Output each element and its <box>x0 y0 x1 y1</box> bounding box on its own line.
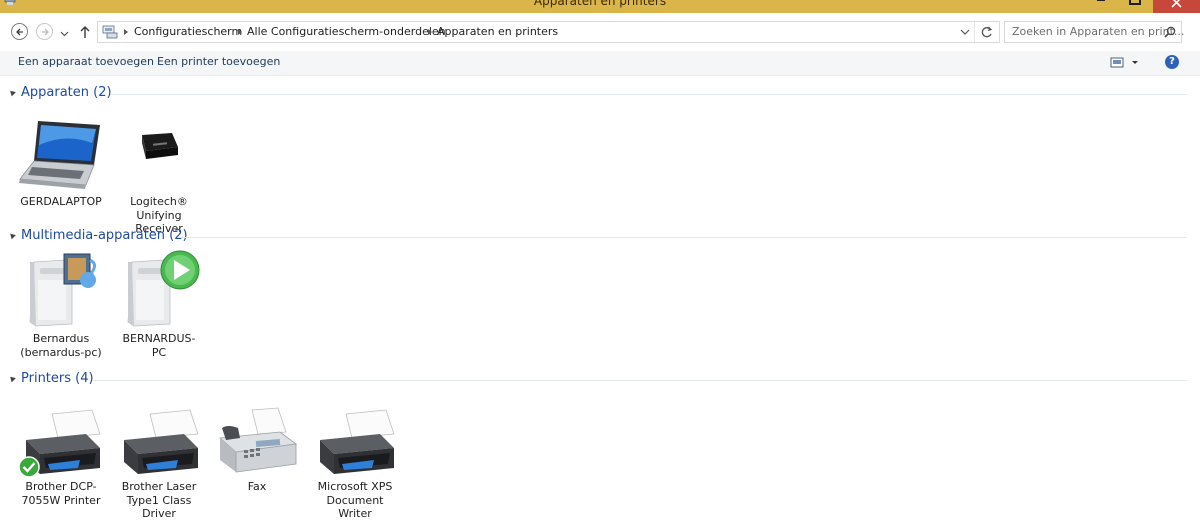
section-divider <box>180 237 1187 238</box>
device-name: BERNARDUS-PC <box>122 332 196 359</box>
collapse-triangle-icon[interactable] <box>8 374 16 383</box>
device-name: Bernardus (bernardus-pc) <box>20 332 102 359</box>
change-view-button[interactable] <box>1110 55 1142 71</box>
help-button[interactable]: ? <box>1165 55 1179 69</box>
section-label: Multimedia-apparaten (2) <box>21 228 188 243</box>
device-name: Microsoft XPS Document Writer <box>317 480 393 520</box>
device-item[interactable]: Microsoft XPS Document Writer <box>312 398 398 521</box>
address-toolbar: Configuratiescherm Alle Configuratiesche… <box>0 13 1200 51</box>
device-item[interactable]: Brother DCP-7055W Printer <box>18 398 104 507</box>
device-name: GERDALAPTOP <box>20 195 102 208</box>
chevron-down-icon <box>60 31 69 37</box>
device-item[interactable]: Brother Laser Type1 Class Driver <box>116 398 202 521</box>
printer-icon <box>312 398 398 478</box>
section-label: Printers (4) <box>21 371 94 386</box>
close-icon <box>1171 0 1182 8</box>
fax-icon <box>214 398 300 478</box>
section-divider <box>110 94 1187 95</box>
add-device-button[interactable]: Een apparaat toevoegen <box>18 55 154 68</box>
device-item[interactable]: Bernardus (bernardus-pc) <box>18 250 104 359</box>
chevron-down-icon <box>960 29 970 35</box>
section-header-printers[interactable]: Printers (4) <box>0 371 1200 389</box>
device-item[interactable]: Fax <box>214 398 300 494</box>
breadcrumb-all-items[interactable]: Alle Configuratiescherm-onderdelen <box>247 25 446 38</box>
printer-icon <box>116 398 202 478</box>
collapse-triangle-icon[interactable] <box>8 231 16 240</box>
add-printer-button[interactable]: Een printer toevoegen <box>157 55 280 68</box>
search-input[interactable]: Zoeken in Apparaten en print... <box>1004 21 1185 43</box>
refresh-icon <box>981 26 993 38</box>
laptop-icon <box>18 113 104 193</box>
section-header-devices[interactable]: Apparaten (2) <box>0 85 1200 103</box>
device-item[interactable]: Logitech® Unifying Receiver <box>116 113 202 236</box>
recent-locations-button[interactable] <box>60 28 69 37</box>
refresh-button[interactable] <box>974 22 998 42</box>
section-label: Apparaten (2) <box>21 85 112 100</box>
breadcrumb-control-panel[interactable]: Configuratiescherm <box>134 25 242 38</box>
breadcrumb-devices-printers[interactable]: Apparaten en printers <box>437 25 558 38</box>
forward-button[interactable] <box>36 23 53 40</box>
media-player-icon <box>116 250 202 330</box>
device-name: Fax <box>247 480 267 493</box>
up-button[interactable] <box>78 24 92 40</box>
back-button[interactable] <box>11 23 28 40</box>
search-icon <box>1164 26 1176 38</box>
collapse-triangle-icon[interactable] <box>8 88 16 97</box>
view-icon <box>1110 57 1138 68</box>
device-name: Brother Laser Type1 Class Driver <box>121 480 197 520</box>
close-button[interactable] <box>1153 0 1200 13</box>
window-titlebar[interactable]: Apparaten en printers <box>0 0 1200 13</box>
minimize-button[interactable] <box>1094 0 1108 9</box>
address-dropdown-button[interactable] <box>956 22 974 42</box>
printer-icon <box>18 398 104 478</box>
default-check-icon <box>18 456 40 478</box>
command-bar: Een apparaat toevoegen Een printer toevo… <box>0 51 1200 76</box>
usb-receiver-icon <box>116 113 202 193</box>
section-divider <box>92 380 1187 381</box>
device-name: Brother DCP-7055W Printer <box>21 480 101 507</box>
media-server-icon <box>18 250 104 330</box>
control-panel-location-icon <box>101 25 119 39</box>
arrow-left-icon <box>16 28 23 36</box>
maximize-button[interactable] <box>1126 0 1141 9</box>
search-placeholder: Zoeken in Apparaten en print... <box>1012 25 1185 38</box>
window-title: Apparaten en printers <box>533 0 667 8</box>
arrow-right-icon <box>42 28 49 36</box>
arrow-up-icon <box>80 26 90 38</box>
device-item[interactable]: GERDALAPTOP <box>18 113 104 209</box>
section-header-multimedia[interactable]: Multimedia-apparaten (2) <box>0 228 1200 246</box>
device-item[interactable]: BERNARDUS-PC <box>116 250 202 359</box>
address-box[interactable]: Configuratiescherm Alle Configuratiesche… <box>97 21 1000 43</box>
